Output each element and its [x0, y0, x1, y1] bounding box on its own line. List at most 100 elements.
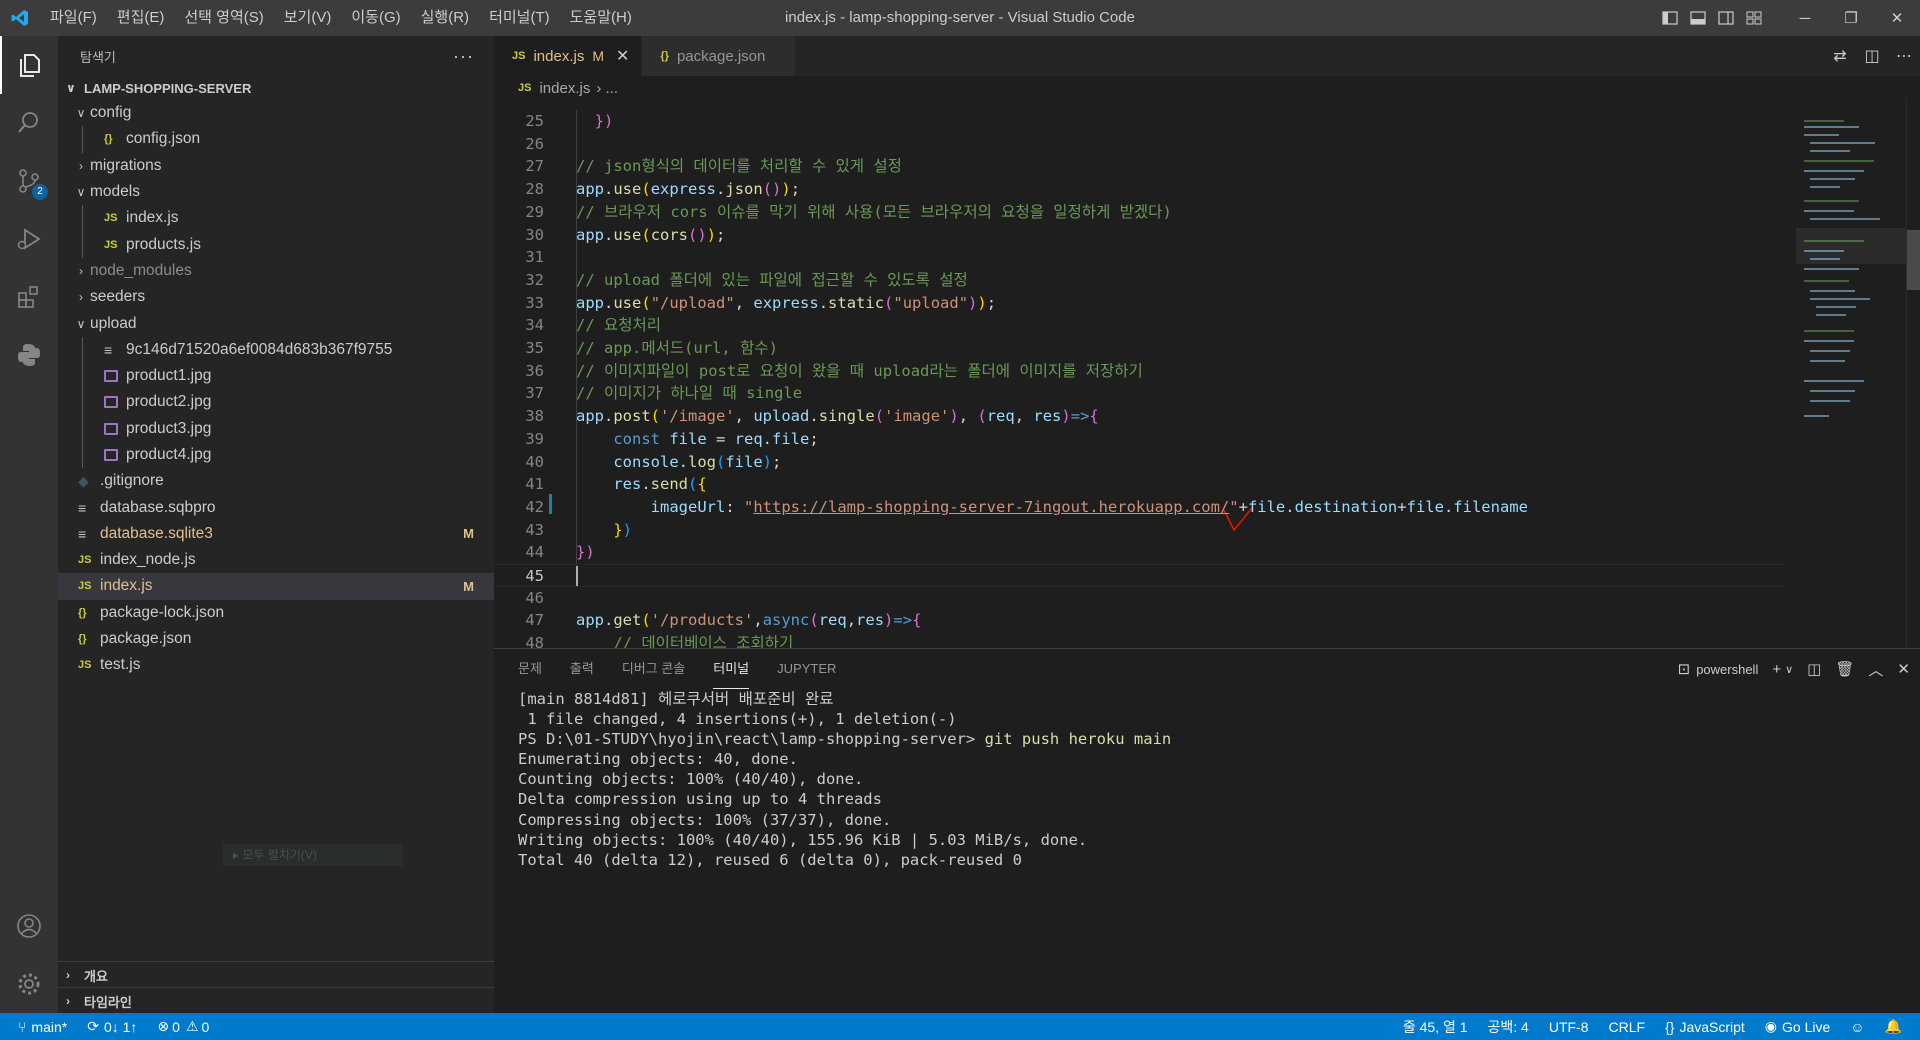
code-line: 32 // upload 폴더에 있는 파일에 접근할 수 있도록 설정: [494, 269, 1784, 292]
menu-item-6[interactable]: 터미널(T): [479, 0, 560, 36]
tree-item[interactable]: JS test.js: [58, 652, 494, 678]
breadcrumb-file[interactable]: index.js: [539, 80, 590, 97]
tab-output[interactable]: 출력: [570, 649, 594, 689]
code-token: file: [1406, 497, 1444, 516]
minimize-icon[interactable]: ─: [1782, 0, 1828, 36]
notifications-bell-icon[interactable]: 🔔: [1875, 1013, 1920, 1040]
terminal-line: Writing objects: 100% (40/40), 155.96 Ki…: [518, 830, 1088, 849]
tree-item[interactable]: ∨ models: [58, 179, 494, 205]
tab-debug-console[interactable]: 디버그 콘솔: [622, 649, 685, 689]
tree-item[interactable]: › node_modules: [58, 258, 494, 284]
menu-item-4[interactable]: 이동(G): [341, 0, 410, 36]
tree-item[interactable]: ≡ database.sqbpro: [58, 494, 494, 520]
toggle-primary-sidebar-icon[interactable]: [1656, 0, 1684, 36]
menu-item-3[interactable]: 보기(V): [274, 0, 342, 36]
tree-item[interactable]: product1.jpg: [58, 363, 494, 389]
tab-jupyter[interactable]: JUPYTER: [777, 649, 836, 689]
tree-item[interactable]: JS index.js: [58, 205, 494, 231]
line-number: 28: [525, 180, 544, 199]
menu-item-5[interactable]: 실행(R): [411, 0, 479, 36]
tree-item[interactable]: ≡ database.sqlite3 M: [58, 521, 494, 547]
outline-section[interactable]: › 개요: [58, 961, 494, 988]
tab-terminal[interactable]: 터미널: [713, 649, 750, 689]
code-token: (: [809, 611, 819, 630]
run-debug-icon[interactable]: [0, 210, 58, 268]
code-token: ;: [809, 429, 819, 448]
code-token: (: [716, 452, 726, 471]
menu-item-0[interactable]: 파일(F): [40, 0, 107, 36]
open-changes-icon[interactable]: ⇄: [1824, 46, 1856, 66]
timeline-section[interactable]: › 타임라인: [58, 987, 494, 1014]
tree-item[interactable]: JS products.js: [58, 231, 494, 257]
extensions-icon[interactable]: [0, 268, 58, 326]
encoding[interactable]: UTF-8: [1539, 1013, 1599, 1040]
project-folder-header[interactable]: ∨ LAMP-SHOPPING-SERVER: [58, 76, 494, 100]
git-file-icon: ◆: [78, 472, 89, 489]
explorer-icon[interactable]: [0, 36, 58, 94]
menu-item-1[interactable]: 편집(E): [107, 0, 175, 36]
toggle-secondary-sidebar-icon[interactable]: [1712, 0, 1740, 36]
tab-problems[interactable]: 문제: [518, 649, 542, 689]
tree-item[interactable]: JS index_node.js: [58, 547, 494, 573]
vertical-scrollbar[interactable]: [1906, 100, 1920, 648]
minimap[interactable]: [1796, 100, 1906, 648]
account-icon[interactable]: [0, 897, 58, 955]
chevron-down-icon[interactable]: ∨: [1785, 663, 1793, 676]
go-live-button[interactable]: ◉ Go Live: [1755, 1013, 1840, 1040]
language-mode[interactable]: {} JavaScript: [1655, 1013, 1755, 1040]
tree-item[interactable]: {} package.json: [58, 626, 494, 652]
tree-item[interactable]: ≡ 9c146d71520a6ef0084d683b367f9755: [58, 337, 494, 363]
code-token: .: [809, 407, 819, 426]
python-icon[interactable]: [0, 326, 58, 384]
tab-index-js[interactable]: JS index.js M ✕: [494, 36, 643, 76]
tree-item[interactable]: JS index.js M: [58, 573, 494, 600]
tree-item[interactable]: › seeders: [58, 284, 494, 310]
restore-icon[interactable]: ❐: [1828, 0, 1874, 36]
more-editor-actions-icon[interactable]: ⋯: [1888, 46, 1920, 66]
more-actions-icon[interactable]: ···: [453, 46, 474, 67]
problems-status[interactable]: ⊗ 0 ⚠ 0: [147, 1013, 219, 1040]
feedback-icon[interactable]: ☺: [1840, 1013, 1874, 1040]
tree-item[interactable]: {} config.json: [58, 126, 494, 152]
source-control-icon[interactable]: 2: [0, 152, 58, 210]
trash-icon[interactable]: 🗑: [1835, 660, 1854, 678]
cursor-position[interactable]: 줄 45, 열 1: [1393, 1013, 1478, 1040]
maximize-panel-icon[interactable]: ︿: [1868, 659, 1883, 680]
close-tab-icon[interactable]: ✕: [616, 46, 629, 66]
end-of-line[interactable]: CRLF: [1599, 1013, 1656, 1040]
search-icon[interactable]: [0, 94, 58, 152]
tree-item[interactable]: › migrations: [58, 153, 494, 179]
toggle-panel-icon[interactable]: [1684, 0, 1712, 36]
code-token: }: [613, 520, 623, 539]
tree-item[interactable]: ∨ upload: [58, 310, 494, 336]
scrollbar-thumb[interactable]: [1907, 230, 1920, 290]
chevron-right-icon: ›: [66, 968, 70, 982]
tree-item[interactable]: product4.jpg: [58, 442, 494, 468]
breadcrumb-rest[interactable]: › ...: [596, 80, 618, 97]
broadcast-icon: ◉: [1764, 1018, 1778, 1034]
tree-item-label: package-lock.json: [100, 603, 225, 621]
tree-item[interactable]: product2.jpg: [58, 389, 494, 415]
close-window-icon[interactable]: ✕: [1874, 0, 1920, 36]
tree-item-label: product3.jpg: [126, 419, 212, 437]
code-editor[interactable]: 25 }) 26 27// json형식의 데이터를 처리할 수 있게 설정 28 ap…: [494, 110, 1784, 648]
tree-item[interactable]: {} package-lock.json: [58, 600, 494, 626]
menu-item-2[interactable]: 선택 영역(S): [174, 0, 273, 36]
terminal-output[interactable]: [main 8814d81] 헤로쿠서버 배포준비 완료 1 file chan…: [518, 689, 1898, 1009]
shell-name[interactable]: powershell: [1696, 662, 1758, 677]
settings-gear-icon[interactable]: [0, 955, 58, 1013]
new-terminal-icon[interactable]: +: [1772, 661, 1781, 678]
tree-item[interactable]: ◆ .gitignore: [58, 468, 494, 494]
indentation[interactable]: 공백: 4: [1478, 1013, 1539, 1040]
tree-item[interactable]: product3.jpg: [58, 416, 494, 442]
split-terminal-icon[interactable]: ◫: [1807, 660, 1821, 678]
branch-status[interactable]: ⑂ main*: [0, 1013, 77, 1040]
terminal-line: Enumerating objects: 40, done.: [518, 750, 798, 769]
sync-status[interactable]: ⟳ 0↓ 1↑: [77, 1013, 147, 1040]
customize-layout-icon[interactable]: [1740, 0, 1768, 36]
tab-package-json[interactable]: {} package.json: [642, 36, 797, 76]
split-editor-icon[interactable]: ◫: [1856, 46, 1888, 66]
tree-item[interactable]: ∨ config: [58, 100, 494, 126]
close-panel-icon[interactable]: ✕: [1897, 660, 1910, 678]
breadcrumb: JS index.js › ...: [494, 76, 1920, 100]
